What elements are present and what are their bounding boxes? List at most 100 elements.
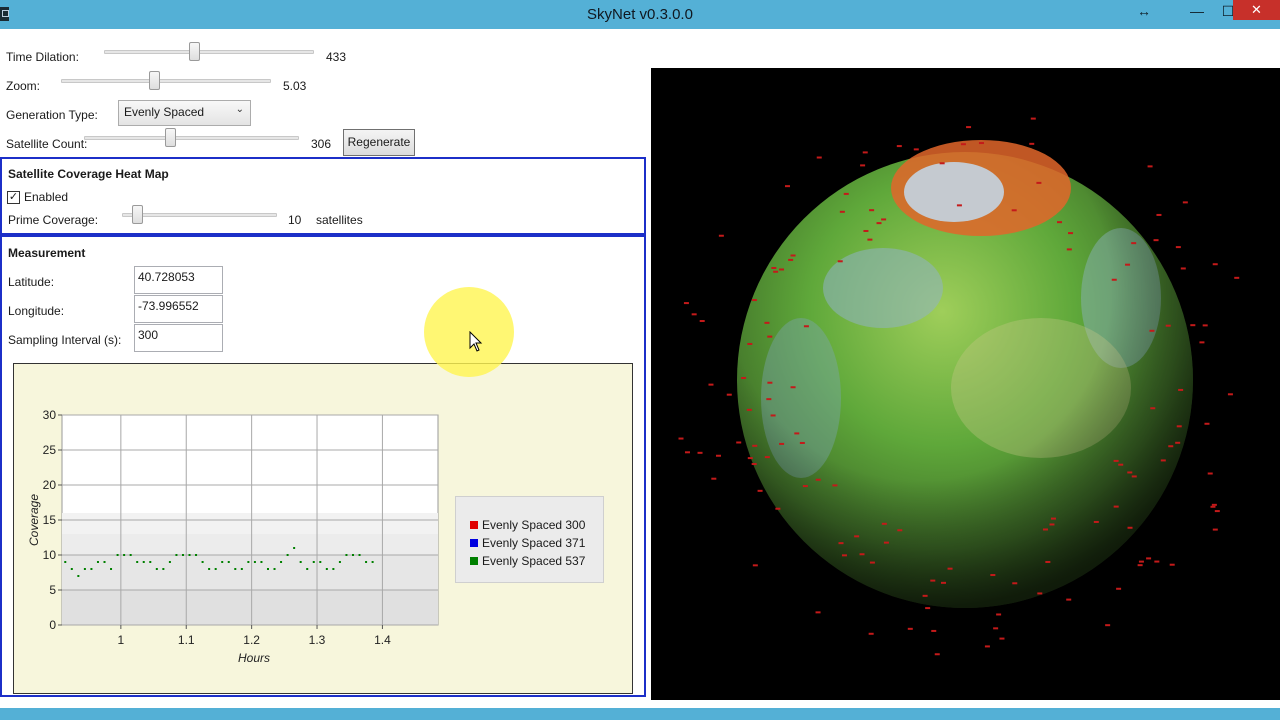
satellite-marker <box>757 489 763 492</box>
satellite-marker <box>1154 560 1160 563</box>
legend-item-371: Evenly Spaced 371 <box>470 536 585 550</box>
satellite-marker <box>1168 445 1174 448</box>
close-button[interactable]: ✕ <box>1233 0 1280 20</box>
data-point <box>240 568 243 570</box>
satellite-marker <box>913 148 919 151</box>
data-point <box>123 554 126 556</box>
satellite-marker <box>854 535 860 538</box>
satellite-marker <box>1211 503 1217 506</box>
satellite-marker <box>1169 563 1175 566</box>
satellite-marker <box>1147 165 1153 168</box>
satellite-marker <box>1137 564 1143 567</box>
satellite-marker <box>1178 388 1184 391</box>
satellite-marker <box>1175 246 1181 249</box>
satellite-marker <box>767 381 773 384</box>
satellite-marker <box>1127 526 1133 529</box>
satellite-marker <box>978 142 984 145</box>
satellite-marker <box>966 126 972 129</box>
satellite-marker <box>897 529 903 532</box>
satellite-marker <box>863 229 869 232</box>
data-point <box>280 561 283 563</box>
data-point <box>96 561 99 563</box>
x-tick-label: 1.4 <box>374 633 391 647</box>
satellite-marker <box>726 393 732 396</box>
data-point <box>266 568 269 570</box>
satellite-marker <box>922 594 928 597</box>
satellite-marker <box>941 581 947 584</box>
satellite-marker <box>747 457 753 460</box>
satellite-marker <box>751 299 757 302</box>
satellite-marker <box>788 258 794 261</box>
satellite-marker <box>960 143 966 146</box>
data-point <box>358 554 361 556</box>
satellite-marker <box>767 335 773 338</box>
data-point <box>155 568 158 570</box>
plot-band <box>62 534 438 555</box>
globe-viewport[interactable] <box>651 68 1280 700</box>
satellite-marker <box>779 442 785 445</box>
y-tick-label: 20 <box>43 478 57 492</box>
satellite-marker <box>881 522 887 525</box>
satellite-marker <box>869 209 875 212</box>
data-point <box>77 575 80 577</box>
satellite-marker <box>1012 582 1018 585</box>
x-tick-label: 1 <box>118 633 125 647</box>
satellite-marker <box>1131 242 1137 245</box>
satellite-marker <box>1029 142 1035 145</box>
chart-legend: Evenly Spaced 300 Evenly Spaced 371 Even… <box>455 496 604 583</box>
data-point <box>351 554 354 556</box>
data-point <box>201 561 204 563</box>
satellite-marker <box>896 145 902 148</box>
resize-icon[interactable]: ↔ <box>1129 0 1159 29</box>
data-point <box>162 568 165 570</box>
satellite-marker <box>684 451 690 454</box>
satellite-marker <box>868 632 874 635</box>
satellite-marker <box>990 574 996 577</box>
satellite-marker <box>1212 528 1218 531</box>
satellite-marker <box>697 451 703 454</box>
satellite-marker <box>1190 324 1196 327</box>
satellite-marker <box>718 234 724 237</box>
satellite-marker <box>1050 517 1056 520</box>
satellite-marker <box>764 321 770 324</box>
satellite-marker <box>931 629 937 632</box>
satellite-marker <box>773 270 779 273</box>
data-point <box>260 561 263 563</box>
y-tick-label: 30 <box>43 408 57 422</box>
satellite-marker <box>751 463 757 466</box>
satellite-marker <box>815 478 821 481</box>
satellite-marker <box>1131 475 1137 478</box>
satellite-marker <box>1049 523 1055 526</box>
satellite-marker <box>771 266 777 269</box>
satellite-marker <box>799 441 805 444</box>
y-tick-label: 10 <box>43 548 57 562</box>
data-point <box>227 561 230 563</box>
y-tick-label: 5 <box>49 583 56 597</box>
minimize-button[interactable]: — <box>1182 0 1212 29</box>
satellite-marker <box>1118 463 1124 466</box>
satellite-marker <box>1036 181 1042 184</box>
satellite-marker <box>1125 263 1131 266</box>
satellite-marker <box>790 386 796 389</box>
satellite-marker <box>1030 117 1036 120</box>
data-point <box>293 547 296 549</box>
satellite-marker <box>784 185 790 188</box>
satellite-marker <box>1156 213 1162 216</box>
satellite-marker <box>1199 341 1205 344</box>
y-tick-label: 15 <box>43 513 57 527</box>
satellite-marker <box>752 444 758 447</box>
earth-globe[interactable] <box>651 68 1280 700</box>
satellite-marker <box>764 456 770 459</box>
satellite-marker <box>699 320 705 323</box>
satellite-marker <box>766 398 772 401</box>
coverage-chart: 0 5 10 15 20 25 30 1 1.1 1.2 1.3 1.4 Hours Coverage <box>27 408 439 665</box>
satellite-marker <box>802 485 808 488</box>
satellite-marker <box>1111 278 1117 281</box>
satellite-marker <box>1113 505 1119 508</box>
satellite-marker <box>1153 239 1159 242</box>
data-point <box>70 568 73 570</box>
y-tick-label: 25 <box>43 443 57 457</box>
satellite-marker <box>1105 624 1111 627</box>
data-point <box>116 554 119 556</box>
satellite-marker <box>1234 276 1240 279</box>
